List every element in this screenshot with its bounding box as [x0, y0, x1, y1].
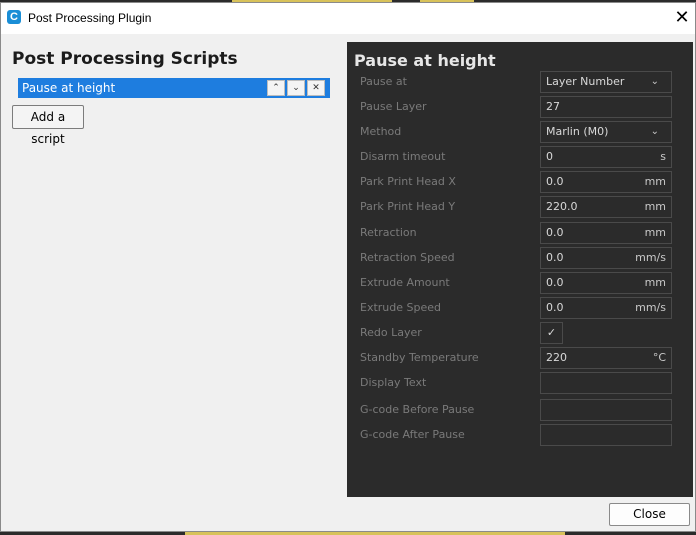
setting-label: Extrude Speed	[360, 301, 441, 314]
setting-input[interactable]	[540, 372, 672, 394]
scripts-heading: Post Processing Scripts	[12, 49, 238, 69]
setting-dropdown[interactable]: Layer Number ⌄	[540, 71, 672, 93]
setting-value: Layer Number	[546, 75, 625, 88]
setting-label: Park Print Head X	[360, 175, 456, 188]
setting-value: 0.0	[546, 226, 564, 239]
close-icon[interactable]: ✕	[671, 7, 693, 29]
setting-value: 220.0	[546, 200, 578, 213]
setting-label: Method	[360, 125, 402, 138]
setting-input[interactable]: 0.0 mm	[540, 171, 672, 193]
setting-label: Extrude Amount	[360, 276, 450, 289]
setting-label: Pause Layer	[360, 100, 427, 113]
setting-unit: mm	[644, 200, 666, 213]
setting-input[interactable]	[540, 399, 672, 421]
setting-row-park-print-head-x: Park Print Head X 0.0 mm	[347, 171, 693, 193]
move-down-icon[interactable]: ⌄	[287, 80, 305, 96]
setting-row-g-code-after-pause: G-code After Pause	[347, 424, 693, 446]
script-list-item[interactable]: Pause at height ⌃ ⌄ ✕	[18, 78, 330, 98]
setting-value: 0.0	[546, 175, 564, 188]
setting-unit: °C	[652, 351, 666, 364]
setting-input[interactable]: 220 °C	[540, 347, 672, 369]
setting-label: G-code After Pause	[360, 428, 465, 441]
setting-value: Marlin (M0)	[546, 125, 609, 138]
setting-unit: mm	[644, 226, 666, 239]
setting-input[interactable]: 0s	[540, 146, 672, 168]
setting-input[interactable]: 0.0 mm/s	[540, 247, 672, 269]
setting-input[interactable]: 220.0 mm	[540, 196, 672, 218]
setting-input[interactable]: 0.0 mm	[540, 272, 672, 294]
close-button[interactable]: Close	[609, 503, 690, 526]
setting-unit: mm/s	[635, 301, 666, 314]
setting-row-redo-layer: Redo Layer ✓	[347, 322, 693, 344]
setting-label: Standby Temperature	[360, 351, 479, 364]
remove-icon[interactable]: ✕	[307, 80, 325, 96]
setting-row-retraction: Retraction 0.0 mm	[347, 222, 693, 244]
setting-dropdown[interactable]: Marlin (M0) ⌄	[540, 121, 672, 143]
setting-label: Park Print Head Y	[360, 200, 456, 213]
setting-unit: mm/s	[635, 251, 666, 264]
settings-title: Pause at height	[354, 51, 496, 70]
add-script-button[interactable]: Add a script	[12, 105, 84, 146]
setting-label: Display Text	[360, 376, 427, 389]
move-up-icon[interactable]: ⌃	[267, 80, 285, 96]
setting-input[interactable]	[540, 424, 672, 446]
redo-layer-checkbox[interactable]: ✓	[540, 322, 563, 344]
window-title: Post Processing Plugin	[28, 11, 152, 25]
setting-label: Disarm timeout	[360, 150, 446, 163]
setting-unit: mm	[644, 276, 666, 289]
setting-input[interactable]: 0.0 mm	[540, 222, 672, 244]
setting-row-disarm-timeout: Disarm timeout 0 s	[347, 146, 693, 168]
setting-row-park-print-head-y: Park Print Head Y 220.0 mm	[347, 196, 693, 218]
setting-label: G-code Before Pause	[360, 403, 475, 416]
setting-label: Pause at	[360, 75, 407, 88]
setting-label: Retraction	[360, 226, 417, 239]
title-bar[interactable]: C Post Processing Plugin ✕	[1, 3, 695, 34]
setting-row-extrude-amount: Extrude Amount 0.0 mm	[347, 272, 693, 294]
chevron-down-icon: ⌄	[650, 126, 659, 137]
setting-label: Redo Layer	[360, 326, 422, 339]
setting-label: Retraction Speed	[360, 251, 455, 264]
setting-unit: mm	[644, 175, 666, 188]
cura-logo-icon: C	[7, 10, 21, 24]
setting-input[interactable]: 27	[540, 96, 672, 118]
script-settings-panel: Pause at height Pause at Layer Number ⌄ Pau…	[347, 42, 693, 497]
setting-value: 0	[546, 150, 553, 163]
setting-unit: s	[660, 150, 666, 163]
setting-row-standby-temperature: Standby Temperature 220 °C	[347, 347, 693, 369]
setting-input[interactable]: 0.0 mm/s	[540, 297, 672, 319]
setting-value: 220	[546, 351, 567, 364]
setting-row-pause-layer: Pause Layer 27	[347, 96, 693, 118]
setting-value: 27	[546, 100, 560, 113]
setting-row-extrude-speed: Extrude Speed 0.0 mm/s	[347, 297, 693, 319]
setting-row-pause-at: Pause at Layer Number ⌄	[347, 71, 693, 93]
setting-value: 0.0	[546, 301, 564, 314]
post-processing-dialog: C Post Processing Plugin ✕ Post Processi…	[0, 2, 696, 532]
script-name: Pause at height	[22, 81, 116, 95]
setting-row-method: Method Marlin (M0) ⌄	[347, 121, 693, 143]
setting-value: 0.0	[546, 251, 564, 264]
setting-row-display-text: Display Text	[347, 372, 693, 394]
chevron-down-icon: ⌄	[650, 76, 659, 87]
setting-row-g-code-before-pause: G-code Before Pause	[347, 399, 693, 421]
setting-value: 0.0	[546, 276, 564, 289]
setting-row-retraction-speed: Retraction Speed 0.0 mm/s	[347, 247, 693, 269]
